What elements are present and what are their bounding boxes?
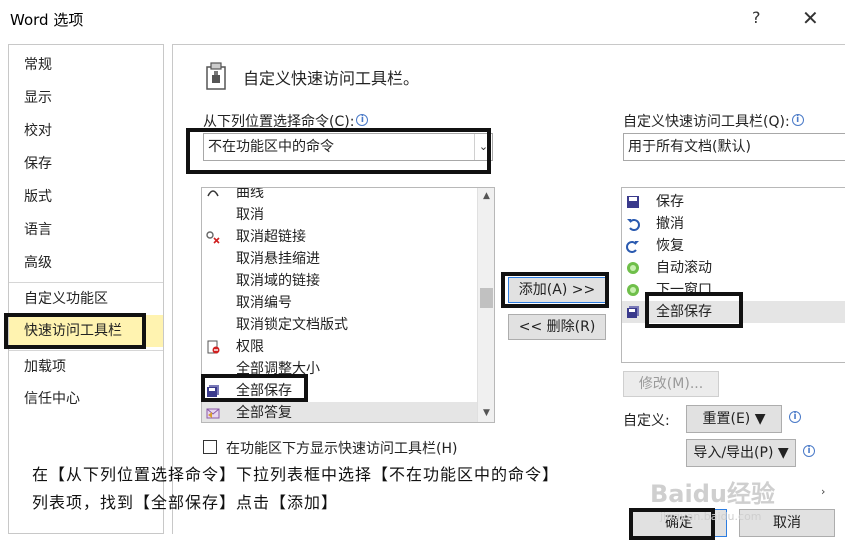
scroll-right-icon[interactable]: › bbox=[821, 485, 825, 498]
commands-list[interactable]: 曲线 取消 取消超链接 取消悬挂缩进 取消域的链接 取消编号 取消锁定文档版式 … bbox=[201, 187, 495, 423]
unlink-icon bbox=[206, 231, 220, 244]
help-icon[interactable]: ? bbox=[752, 8, 761, 27]
list-item[interactable]: 自动滚动 bbox=[622, 257, 845, 279]
list-item[interactable]: 取消域的链接 bbox=[202, 270, 478, 292]
choose-commands-dropdown[interactable]: 不在功能区中的命令 ⌄ bbox=[203, 133, 493, 161]
reply-all-icon bbox=[206, 408, 220, 419]
sidebar-item-advanced[interactable]: 高级 bbox=[9, 247, 163, 279]
title-bar: Word 选项 ? ✕ bbox=[0, 0, 845, 40]
import-export-button[interactable]: 导入/导出(P) ▼ bbox=[686, 439, 796, 467]
list-item[interactable]: 取消编号 bbox=[202, 292, 478, 314]
remove-button[interactable]: << 删除(R) bbox=[508, 314, 606, 340]
list-item[interactable]: 全部保存 bbox=[202, 380, 478, 402]
sidebar-item-save[interactable]: 保存 bbox=[9, 148, 163, 180]
scroll-thumb[interactable] bbox=[480, 288, 493, 308]
quick-access-toolbar-icon bbox=[206, 62, 226, 90]
page-heading: 自定义快速访问工具栏。 bbox=[243, 69, 420, 88]
chevron-down-icon[interactable]: ⌄ bbox=[474, 134, 492, 160]
info-icon: i bbox=[789, 411, 801, 423]
customize-toolbar-label: 自定义快速访问工具栏(Q): i bbox=[623, 111, 804, 131]
list-item[interactable]: 曲线 bbox=[202, 188, 478, 204]
choose-commands-label-text: 从下列位置选择命令(C): bbox=[203, 114, 355, 130]
annotation-line-1: 在【从下列位置选择命令】下拉列表框中选择【不在功能区中的命令】 bbox=[32, 465, 560, 484]
choose-commands-label: 从下列位置选择命令(C): i bbox=[203, 111, 369, 131]
sidebar-item-general[interactable]: 常规 bbox=[9, 49, 163, 81]
next-window-icon bbox=[627, 284, 639, 296]
scroll-down-icon[interactable]: ▼ bbox=[478, 405, 494, 422]
list-item[interactable]: 取消 bbox=[202, 204, 478, 226]
permission-icon bbox=[207, 340, 220, 354]
scroll-up-icon[interactable]: ▲ bbox=[478, 188, 494, 205]
redo-icon bbox=[626, 241, 639, 253]
save-icon bbox=[627, 196, 639, 208]
list-item[interactable]: 取消锁定文档版式 bbox=[202, 314, 478, 336]
sidebar-item-language[interactable]: 语言 bbox=[9, 214, 163, 246]
sidebar-item-proofing[interactable]: 校对 bbox=[9, 115, 163, 147]
save-all-icon bbox=[627, 306, 639, 318]
add-button[interactable]: 添加(A) >> bbox=[508, 277, 606, 303]
sidebar-item-quick-access-toolbar[interactable]: 快速访问工具栏 bbox=[9, 315, 163, 347]
info-icon: i bbox=[803, 445, 815, 457]
list-item[interactable]: 取消超链接 bbox=[202, 226, 478, 248]
save-all-icon bbox=[207, 385, 219, 397]
annotation-line-2: 列表项，找到【全部保存】点击【添加】 bbox=[32, 493, 339, 512]
list-item[interactable]: 恢复 bbox=[622, 235, 845, 257]
window-title: Word 选项 bbox=[10, 11, 84, 29]
list-item[interactable]: 保存 bbox=[622, 191, 845, 213]
list-item[interactable]: 下一窗口 bbox=[622, 279, 845, 301]
list-item[interactable]: 权限 bbox=[202, 336, 478, 358]
reset-button[interactable]: 重置(E) ▼ bbox=[686, 405, 782, 433]
choose-commands-value: 不在功能区中的命令 bbox=[208, 139, 334, 155]
undo-icon bbox=[627, 219, 640, 231]
sidebar-item-add-ins[interactable]: 加载项 bbox=[9, 350, 163, 382]
customize-label: 自定义: bbox=[623, 413, 670, 429]
list-item[interactable]: 撤消 bbox=[622, 213, 845, 235]
customize-toolbar-value: 用于所有文档(默认) bbox=[628, 139, 751, 155]
close-icon[interactable]: ✕ bbox=[802, 6, 819, 30]
autoscroll-icon bbox=[627, 262, 639, 274]
show-below-ribbon-label: 在功能区下方显示快速访问工具栏(H) bbox=[226, 441, 458, 457]
info-icon: i bbox=[791, 114, 804, 126]
list-item[interactable]: 全部调整大小 bbox=[202, 358, 478, 380]
customize-toolbar-label-text: 自定义快速访问工具栏(Q): bbox=[623, 114, 790, 130]
customize-toolbar-dropdown[interactable]: 用于所有文档(默认) bbox=[623, 133, 845, 161]
list-item[interactable]: 取消悬挂缩进 bbox=[202, 248, 478, 270]
show-below-ribbon-checkbox[interactable] bbox=[203, 440, 217, 454]
watermark-url: jingyan.baidu.com bbox=[660, 510, 762, 523]
list-item[interactable]: 全部答复 bbox=[202, 402, 478, 422]
sidebar-item-layout[interactable]: 版式 bbox=[9, 181, 163, 213]
sidebar-item-display[interactable]: 显示 bbox=[9, 82, 163, 114]
commands-scrollbar[interactable]: ▲ ▼ bbox=[477, 188, 494, 422]
sidebar-item-customize-ribbon[interactable]: 自定义功能区 bbox=[9, 282, 163, 314]
watermark-logo: Baidu经验 bbox=[650, 480, 775, 508]
quick-access-toolbar-list[interactable]: 保存 撤消 恢复 自动滚动 下一窗口 全部保存 bbox=[621, 187, 845, 363]
info-icon: i bbox=[356, 114, 369, 126]
modify-button[interactable]: 修改(M)... bbox=[623, 371, 719, 397]
curve-icon bbox=[207, 190, 219, 197]
list-item[interactable]: 全部保存 bbox=[622, 301, 845, 323]
sidebar-item-trust-center[interactable]: 信任中心 bbox=[9, 383, 163, 415]
